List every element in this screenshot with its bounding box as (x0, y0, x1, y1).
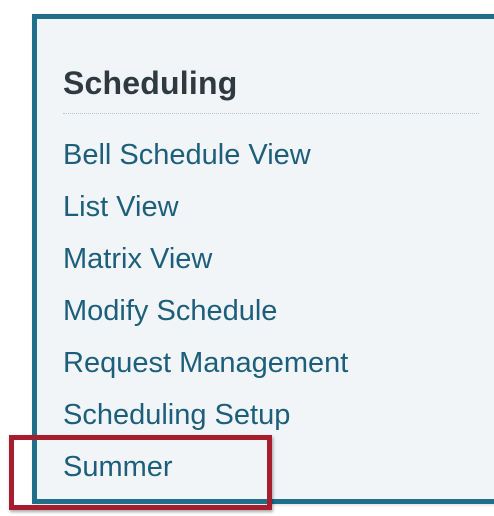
menu-link-scheduling-setup[interactable]: Scheduling Setup (63, 395, 348, 447)
title-divider (63, 113, 479, 114)
menu-link-matrix-view[interactable]: Matrix View (63, 239, 348, 291)
panel-title: Scheduling (63, 65, 238, 101)
menu-link-bell-schedule-view[interactable]: Bell Schedule View (63, 135, 348, 187)
menu-link-modify-schedule[interactable]: Modify Schedule (63, 291, 348, 343)
menu-link-summer[interactable]: Summer (63, 447, 348, 499)
scheduling-link-list: Bell Schedule View List View Matrix View… (63, 135, 348, 499)
menu-link-request-management[interactable]: Request Management (63, 343, 348, 395)
scheduling-menu-panel: Scheduling Bell Schedule View List View … (32, 14, 494, 504)
menu-link-list-view[interactable]: List View (63, 187, 348, 239)
